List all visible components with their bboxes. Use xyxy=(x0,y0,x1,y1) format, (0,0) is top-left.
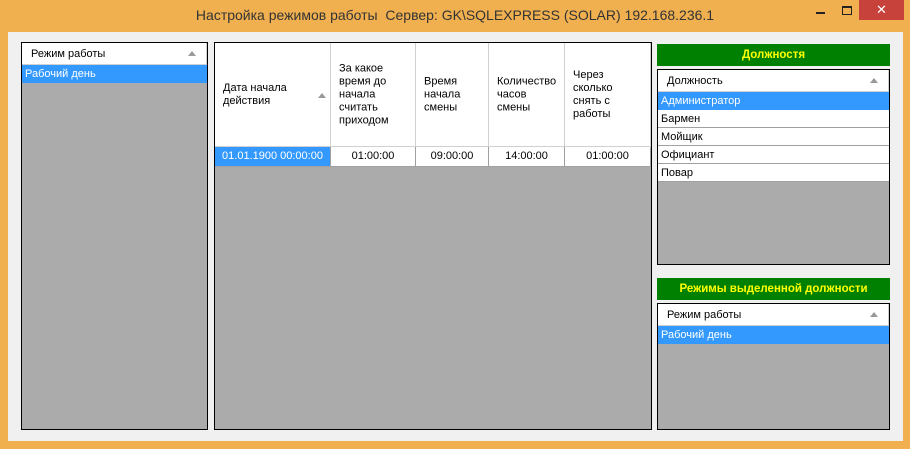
sort-ascending-icon xyxy=(188,51,196,56)
list-item-position[interactable]: Официант xyxy=(658,146,889,164)
table-row[interactable]: 01.01.1900 00:00:00 01:00:00 09:00:00 14… xyxy=(215,147,651,167)
column-header-shift-start[interactable]: Время начала смены xyxy=(416,43,489,146)
column-header-work-mode[interactable]: Режим работы xyxy=(658,304,889,326)
column-header-label: Режим работы xyxy=(667,309,742,321)
column-header-shift-hours[interactable]: Количество часов смены xyxy=(489,43,565,146)
column-header-label: Дата начала действия xyxy=(223,81,287,107)
list-item-work-mode[interactable]: Рабочий день xyxy=(658,326,889,344)
table-cell-start-date[interactable]: 01.01.1900 00:00:00 xyxy=(215,147,331,166)
sort-ascending-icon xyxy=(870,312,878,317)
column-header-remove-after[interactable]: Через сколько снять с работы xyxy=(565,43,651,146)
column-header-label: Должность xyxy=(667,75,723,87)
list-item-position[interactable]: Мойщик xyxy=(658,128,889,146)
selected-position-modes-band-title: Режимы выделенной должности xyxy=(657,278,890,300)
work-modes-list[interactable]: Режим работы Рабочий день xyxy=(21,42,208,430)
column-header-label: Время начала смены xyxy=(424,75,461,113)
client-area: Режим работы Рабочий день Дата начала де… xyxy=(8,32,903,441)
selected-position-modes-list[interactable]: Режим работы Рабочий день xyxy=(657,303,890,430)
positions-list[interactable]: Должность Администратор Бармен Мойщик Оф… xyxy=(657,69,890,265)
table-cell-remove-after[interactable]: 01:00:00 xyxy=(565,147,651,166)
minimize-button[interactable] xyxy=(807,0,834,20)
column-header-label: Режим работы xyxy=(31,48,106,60)
column-header-arrival-offset[interactable]: За какое время до начала считать приходо… xyxy=(331,43,416,146)
table-cell-arrival-offset[interactable]: 01:00:00 xyxy=(331,147,416,166)
column-header-start-date[interactable]: Дата начала действия xyxy=(215,43,331,146)
close-button[interactable]: ✕ xyxy=(859,0,904,20)
maximize-icon xyxy=(841,5,852,15)
close-icon: ✕ xyxy=(876,2,887,17)
sort-ascending-icon xyxy=(318,93,326,98)
table-cell-shift-hours[interactable]: 14:00:00 xyxy=(489,147,565,166)
positions-band-title: Должностя xyxy=(657,44,890,66)
title-bar[interactable]: Настройка режимов работы Сервер: GK\SQLE… xyxy=(0,0,910,32)
list-item-position[interactable]: Администратор xyxy=(658,92,889,110)
list-item-position[interactable]: Бармен xyxy=(658,110,889,128)
minimize-icon xyxy=(816,12,825,14)
list-item-work-mode[interactable]: Рабочий день xyxy=(22,65,207,83)
app-window: Настройка режимов работы Сервер: GK\SQLE… xyxy=(0,0,910,449)
grid-header: Дата начала действия За какое время до н… xyxy=(215,43,651,147)
window-title: Настройка режимов работы Сервер: GK\SQLE… xyxy=(195,7,715,23)
column-header-label: Количество часов смены xyxy=(497,75,557,113)
schedule-grid[interactable]: Дата начала действия За какое время до н… xyxy=(214,42,652,430)
column-header-label: За какое время до начала считать приходо… xyxy=(339,62,389,126)
maximize-button[interactable] xyxy=(834,0,859,20)
list-item-position[interactable]: Повар xyxy=(658,164,889,182)
sort-ascending-icon xyxy=(870,78,878,83)
column-header-label: Через сколько снять с работы xyxy=(573,68,613,120)
column-header-work-mode[interactable]: Режим работы xyxy=(22,43,207,65)
table-cell-shift-start[interactable]: 09:00:00 xyxy=(416,147,489,166)
column-header-position[interactable]: Должность xyxy=(658,70,889,92)
